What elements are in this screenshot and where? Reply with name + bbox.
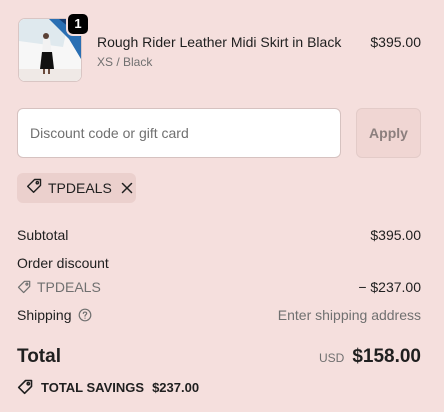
subtotal-label: Subtotal <box>17 227 69 243</box>
remove-discount-button[interactable] <box>121 182 133 194</box>
discount-code-line: TPDEALS <box>17 279 101 295</box>
discount-code-row: TPDEALS − $237.00 <box>17 279 421 299</box>
applied-discount-code: TPDEALS <box>48 180 112 196</box>
shipping-label: Shipping <box>17 307 72 323</box>
total-row: Total USD $158.00 <box>17 346 421 372</box>
subtotal-value: $395.00 <box>370 227 421 243</box>
order-summary: 1 Rough Rider Leather Midi Skirt in Blac… <box>0 0 444 412</box>
shipping-value: Enter shipping address <box>277 307 421 323</box>
discount-form: Apply <box>17 108 421 158</box>
savings-label: TOTAL SAVINGS <box>41 379 145 395</box>
tag-icon <box>26 178 42 199</box>
currency-code: USD <box>318 351 345 365</box>
order-discount-label: Order discount <box>17 255 109 271</box>
product-price: $395.00 <box>370 34 421 50</box>
total-savings: TOTAL SAVINGS $237.00 <box>17 377 199 397</box>
discount-amount: − $237.00 <box>358 279 421 295</box>
help-icon[interactable] <box>78 308 92 322</box>
apply-button[interactable]: Apply <box>356 108 421 158</box>
shipping-row: Shipping Enter shipping address <box>17 307 421 327</box>
line-item: 1 Rough Rider Leather Midi Skirt in Blac… <box>17 12 421 83</box>
tag-icon <box>17 379 33 395</box>
subtotal-row: Subtotal $395.00 <box>17 227 421 247</box>
close-icon <box>121 182 133 194</box>
product-variant: XS / Black <box>97 55 153 69</box>
discount-code-name: TPDEALS <box>37 279 101 295</box>
total-amount: $158.00 <box>352 346 421 367</box>
quantity-badge: 1 <box>66 12 90 36</box>
savings-amount: $237.00 <box>152 379 200 395</box>
order-discount-row: Order discount <box>17 255 421 275</box>
shipping-label-group: Shipping <box>17 307 92 323</box>
product-name: Rough Rider Leather Midi Skirt in Black <box>97 34 342 50</box>
total-value-group: USD $158.00 <box>319 346 421 368</box>
applied-discount-chip: TPDEALS <box>17 173 136 203</box>
total-label: Total <box>17 346 61 367</box>
tag-icon <box>17 280 31 294</box>
discount-code-input[interactable] <box>17 108 341 158</box>
